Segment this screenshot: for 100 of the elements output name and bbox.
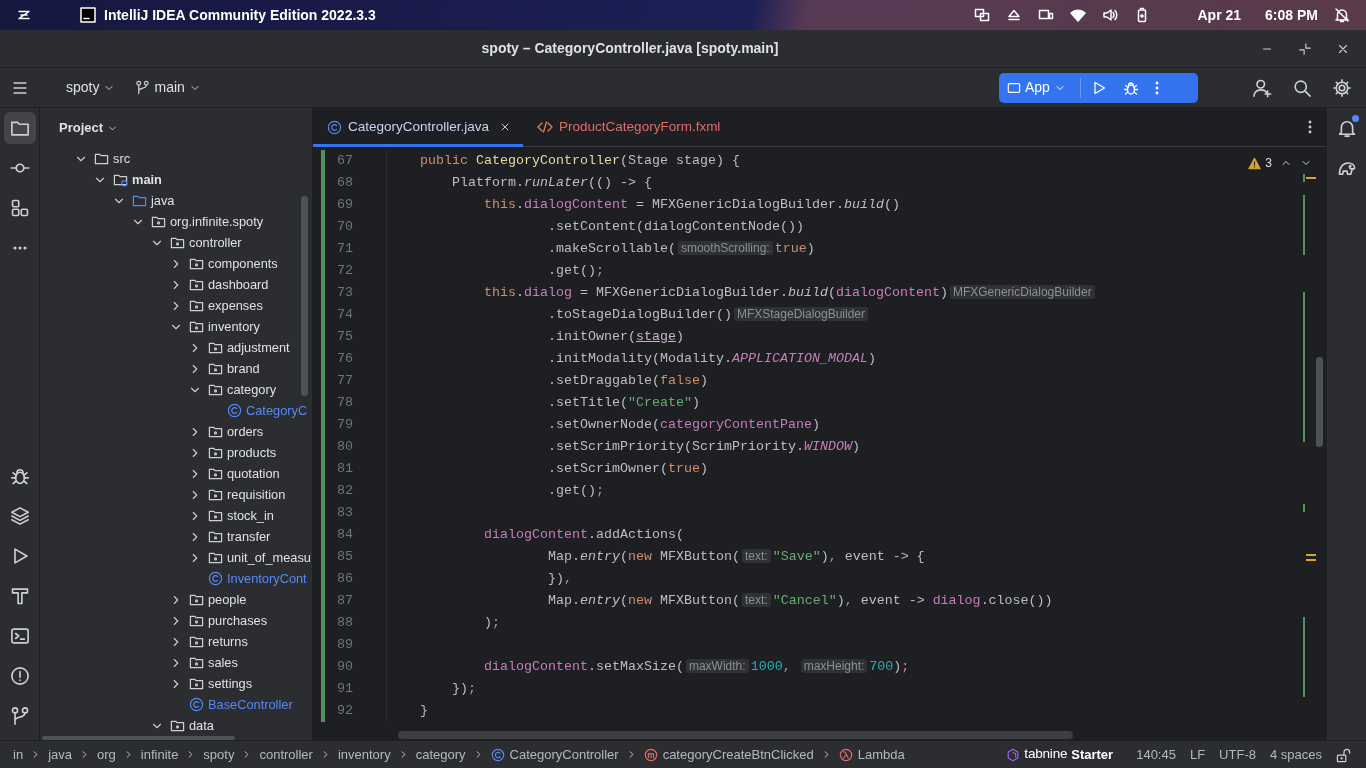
tree-item[interactable]: transfer [40, 526, 312, 547]
breadcrumb-item[interactable]: categoryCreateBtnClicked [640, 744, 817, 765]
breadcrumb-item[interactable]: category [412, 744, 469, 765]
package-icon [208, 529, 223, 544]
code-text: } [420, 703, 428, 718]
tree-item[interactable]: brand [40, 358, 312, 379]
code-text: .initModality(Modality.APPLICATION_MODAL) [547, 351, 876, 366]
indent-setting[interactable]: 4 spaces [1262, 744, 1329, 765]
tree-item[interactable]: components [40, 253, 312, 274]
tree-item[interactable]: requisition [40, 484, 312, 505]
line-number: 86 [336, 570, 353, 588]
package-icon [208, 445, 223, 460]
tree-item[interactable]: people [40, 589, 312, 610]
warnings-counter[interactable]: 3 [1248, 154, 1272, 172]
code-text: Map.entry(new MFXButton( [547, 549, 740, 564]
package-icon [208, 340, 223, 355]
class-icon [208, 571, 223, 586]
line-number: 90 [336, 658, 353, 676]
clock-text[interactable]: 6:08 PM [1265, 4, 1318, 26]
scrollbar-thumb[interactable] [398, 731, 1073, 739]
tree-item[interactable]: unit_of_measu [40, 547, 312, 568]
breadcrumb-item[interactable]: spoty [200, 744, 238, 765]
package-icon [189, 613, 204, 628]
tree-item[interactable]: java [40, 190, 312, 211]
editor-tab[interactable]: ProductCategoryForm.fxml [523, 107, 733, 147]
app-icon [80, 7, 96, 23]
more-icon [1154, 80, 1159, 95]
tree-item[interactable]: orders [40, 421, 312, 442]
line-number: 77 [336, 372, 353, 390]
branch-dropdown[interactable]: main [129, 73, 207, 102]
line-number: 70 [336, 218, 353, 236]
scrollbar-thumb[interactable] [42, 736, 235, 740]
breadcrumb-item[interactable]: org [94, 744, 119, 765]
restore-icon[interactable] [1298, 41, 1312, 56]
tree-item[interactable]: inventory [40, 316, 312, 337]
workspace-dropdown[interactable]: spoty [60, 73, 122, 102]
cursor-position[interactable]: 140:45 [1129, 744, 1183, 765]
breadcrumb-item[interactable]: controller [256, 744, 316, 765]
tree-item[interactable]: data [40, 715, 312, 736]
search-icon [1292, 77, 1312, 98]
editor-tab[interactable]: CategoryController.java [313, 107, 524, 147]
plugin-name[interactable]: tabnine [1024, 744, 1068, 765]
scrollbar-thumb[interactable] [1316, 357, 1323, 447]
package-icon [189, 298, 204, 313]
date-text[interactable]: Apr 21 [1197, 4, 1242, 26]
line-number: 75 [336, 328, 353, 346]
breadcrumb-item[interactable]: infinite [137, 744, 182, 765]
tree-item[interactable]: sales [40, 652, 312, 673]
file-encoding[interactable]: UTF-8 [1212, 744, 1263, 765]
wifi-icon[interactable] [1069, 7, 1086, 23]
code-text: .setScrimPriority(ScrimPriority.WINDOW) [547, 439, 860, 454]
tree-item[interactable]: InventoryCont [40, 568, 312, 589]
line-separator[interactable]: LF [1182, 744, 1213, 765]
breadcrumb-item[interactable]: Lambda [835, 744, 908, 765]
code-text: this.dialogContent = MFXGenericDialogBuilder.build() [484, 197, 900, 212]
scrollbar-thumb[interactable] [301, 196, 308, 396]
breadcrumb-item[interactable]: in [10, 744, 27, 765]
package-icon [170, 235, 185, 250]
terminal-icon [10, 626, 30, 646]
tree-item[interactable]: returns [40, 631, 312, 652]
notifications-off-icon[interactable] [1334, 7, 1350, 23]
code-text: dialogContent.setMaxSize( [484, 659, 684, 674]
tree-item[interactable]: settings [40, 673, 312, 694]
breadcrumb-item[interactable]: java [45, 744, 75, 765]
tree-item[interactable]: controller [40, 232, 312, 253]
inlay-hint: MFXStageDialogBuilder [733, 307, 868, 321]
line-number: 84 [336, 526, 353, 544]
package-icon [208, 361, 223, 376]
tree-item[interactable]: products [40, 442, 312, 463]
tree-item[interactable]: stock_in [40, 505, 312, 526]
tree-item[interactable]: BaseController [40, 694, 312, 715]
volume-icon[interactable] [1101, 7, 1118, 23]
code-text: }), [547, 571, 572, 586]
tree-item[interactable]: category [40, 379, 312, 400]
run-config-dropdown[interactable]: App [999, 72, 1072, 103]
line-number: 68 [336, 174, 353, 192]
tree-item[interactable]: quotation [40, 463, 312, 484]
code-text: .setOwnerNode(categoryContentPane) [547, 417, 820, 432]
add-user-icon [1252, 77, 1272, 98]
package-icon [151, 214, 166, 229]
line-number: 87 [336, 592, 353, 610]
line-number: 79 [336, 416, 353, 434]
project-view-dropdown[interactable]: Project [53, 114, 125, 142]
eject-icon[interactable] [1005, 7, 1022, 23]
tree-item[interactable]: expenses [40, 295, 312, 316]
tree-item[interactable]: src [40, 148, 312, 169]
tree-item[interactable]: adjustment [40, 337, 312, 358]
tree-item[interactable]: CategoryC [40, 400, 312, 421]
tree-item[interactable]: org.infinite.spoty [40, 211, 312, 232]
plugin-plan[interactable]: Starter [1071, 744, 1114, 765]
app-name[interactable]: IntelliJ IDEA Community Edition 2022.3.3 [104, 4, 376, 26]
line-number: 78 [336, 394, 353, 412]
breadcrumb-item[interactable]: inventory [334, 744, 394, 765]
package-icon [208, 550, 223, 565]
breadcrumb-item[interactable]: CategoryController [487, 744, 622, 765]
screen-mirror-icon[interactable] [973, 7, 990, 23]
tool-window-button[interactable] [4, 112, 36, 144]
tree-item[interactable]: main [40, 169, 312, 190]
tree-item[interactable]: purchases [40, 610, 312, 631]
tree-item[interactable]: dashboard [40, 274, 312, 295]
